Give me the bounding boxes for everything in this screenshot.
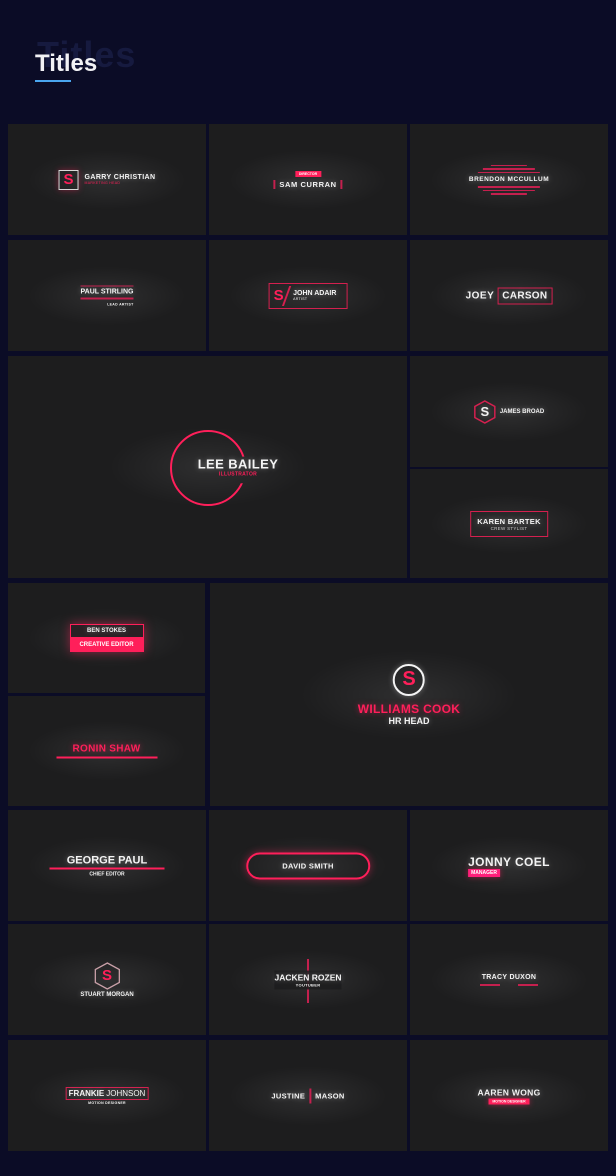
title-role: ARTIST — [293, 297, 308, 301]
title-first-name: JUSTINE — [271, 1091, 306, 1100]
title-name: LEE BAILEY — [197, 456, 279, 472]
title-tile-frankie-johnson[interactable]: FRANKIE JOHNSON MOTION DESIGNER — [8, 1040, 206, 1151]
title-tile-jonny-coel[interactable]: JONNY COEL MANAGER — [410, 810, 608, 921]
left-bar — [273, 179, 276, 189]
title-role: CREW STYLIST — [490, 525, 528, 531]
title-name: GEORGE PAUL — [66, 854, 148, 866]
title-name: DAVID SMITH — [282, 861, 334, 870]
title-tile-george-paul[interactable]: GEORGE PAUL CHIEF EDITOR — [8, 810, 206, 921]
s-logo-icon: S — [58, 169, 79, 190]
title-tile-aaren-wong[interactable]: AAREN WONG MOTION DESIGNER — [410, 1040, 608, 1151]
title-name: PAUL STIRLING — [80, 288, 134, 296]
title-role: CREATIVE EDITOR — [69, 638, 144, 652]
title-name: BRENDON MCCULLUM — [468, 176, 550, 183]
page-title: Titles — [35, 50, 98, 77]
title-last-name: CARSON — [497, 287, 553, 304]
title-tile-david-smith[interactable]: DAVID SMITH — [209, 810, 407, 921]
title-tile-tracy-duxon[interactable]: TRACY DUXON — [410, 924, 608, 1035]
divider-bar — [309, 1088, 312, 1103]
title-role: LEAD ARTIST — [107, 302, 134, 306]
title-role-tag: MOTION DESIGNER — [488, 1098, 530, 1104]
underline — [49, 867, 165, 869]
title-role: YOUTUBER — [295, 982, 321, 987]
title-role: CHIEF EDITOR — [89, 871, 125, 877]
title-tile-jacken-rozen[interactable]: JACKEN ROZEN YOUTUBER — [209, 924, 407, 1035]
title-role: ILLUSTRATOR — [218, 471, 258, 478]
title-name: SAM CURRAN — [279, 179, 337, 189]
title-tile-williams-cook[interactable]: S WILLIAMS COOK HR HEAD — [210, 583, 608, 806]
title-role-tag: DIRECTOR — [294, 170, 322, 177]
s-logo-icon: S — [273, 287, 284, 304]
title-first-name: FRANKIE — [68, 1088, 105, 1098]
title-name: JACKEN ROZEN — [274, 972, 342, 982]
title-name: AAREN WONG — [477, 1087, 541, 1097]
title-tile-brendon-mccullum[interactable]: BRENDON MCCULLUM — [410, 124, 608, 235]
title-tile-garry-christian[interactable]: S GARRY CHRISTIAN MARKETING HEAD — [8, 124, 206, 235]
title-tile-joey-carson[interactable]: JOEY CARSON — [410, 240, 608, 351]
circle-s-logo-icon: S — [393, 663, 425, 696]
title-tile-sam-curran[interactable]: DIRECTOR SAM CURRAN — [209, 124, 407, 235]
hexagon-s-logo-icon: S — [474, 399, 496, 424]
title-tile-karen-bartek[interactable]: KAREN BARTEK CREW STYLIST — [410, 469, 608, 578]
page-header: Titles Titles — [0, 0, 616, 120]
title-name: TRACY DUXON — [481, 973, 537, 981]
title-last-name: JOHNSON — [106, 1088, 146, 1098]
title-tile-john-adair[interactable]: S JOHN ADAIR ARTIST — [209, 240, 407, 351]
title-role-tag: MANAGER — [468, 868, 500, 877]
title-name: KAREN BARTEK — [477, 516, 541, 526]
title-name: JOHN ADAIR — [293, 290, 337, 297]
title-tile-stuart-morgan[interactable]: S STUART MORGAN — [8, 924, 206, 1035]
title-tile-justine-mason[interactable]: JUSTINE MASON — [209, 1040, 407, 1151]
title-tile-james-broad[interactable]: S JAMES BROAD — [410, 356, 608, 467]
hexagon-s-logo-icon: S — [94, 961, 120, 990]
right-bar — [340, 179, 343, 189]
title-role: HR HEAD — [388, 715, 430, 726]
title-last-name: MASON — [315, 1091, 345, 1100]
title-name: RONIN SHAW — [72, 743, 141, 755]
title-tile-paul-stirling[interactable]: PAUL STIRLING LEAD ARTIST — [8, 240, 206, 351]
title-underline — [35, 80, 71, 82]
title-name: WILLIAMS COOK — [357, 701, 461, 716]
title-first-name: JOEY — [465, 290, 495, 301]
title-name: JONNY COEL — [468, 854, 550, 869]
title-role: MARKETING HEAD — [84, 181, 121, 185]
title-name: STUART MORGAN — [80, 991, 134, 998]
title-tile-ronin-shaw[interactable]: RONIN SHAW — [8, 696, 205, 806]
title-name: GARRY CHRISTIAN — [84, 174, 156, 181]
title-tile-ben-stokes[interactable]: BEN STOKES CREATIVE EDITOR — [8, 583, 205, 693]
title-tile-lee-bailey[interactable]: LEE BAILEY ILLUSTRATOR — [8, 356, 407, 578]
title-name: JAMES BROAD — [499, 408, 545, 415]
title-role: MOTION DESIGNER — [88, 1100, 126, 1105]
title-name: BEN STOKES — [69, 624, 144, 638]
underline — [56, 756, 157, 759]
